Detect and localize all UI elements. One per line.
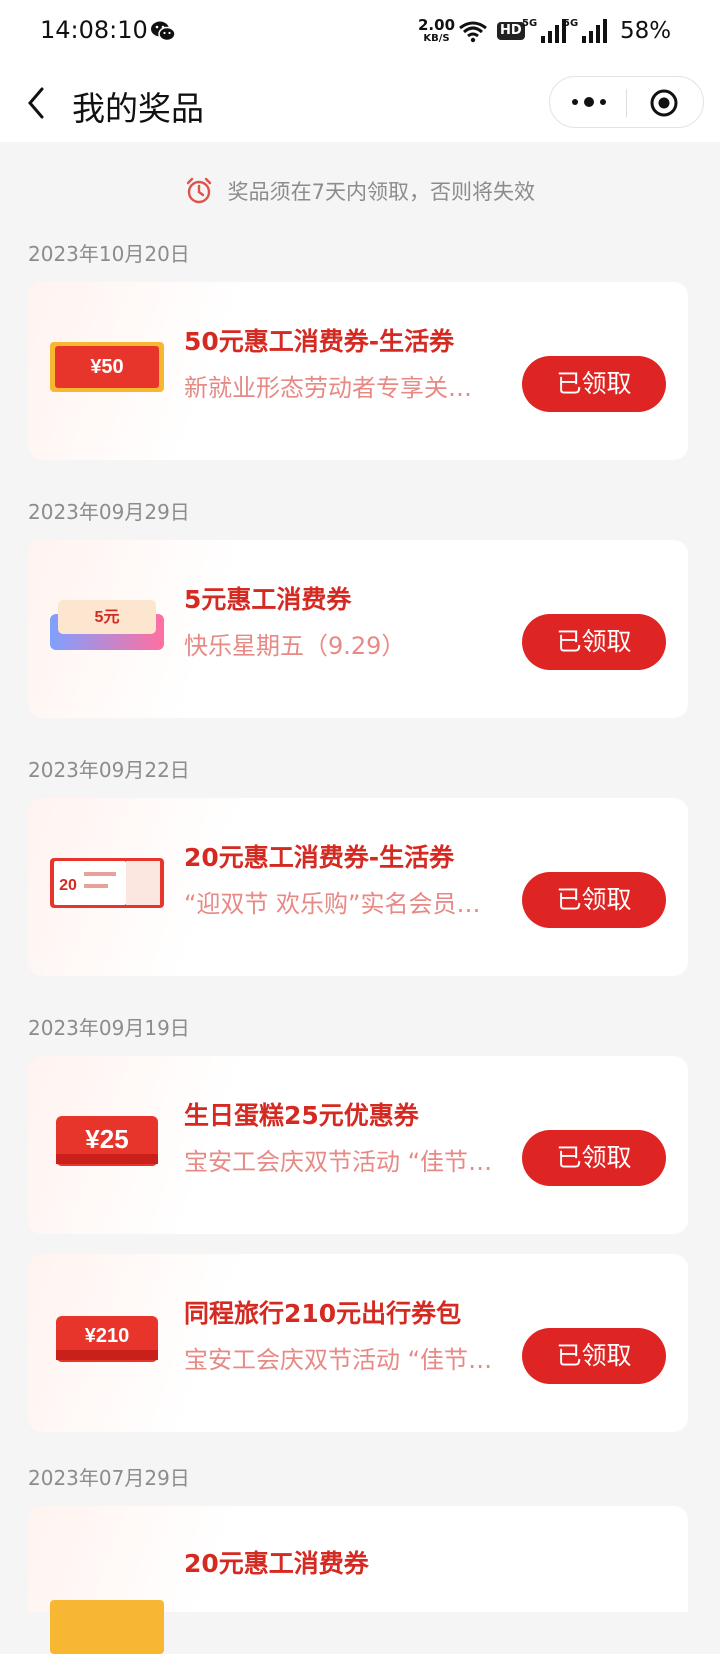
coupon-thumbnail bbox=[50, 1600, 164, 1654]
capsule-divider bbox=[626, 89, 627, 117]
prize-subtitle: 宝安工会庆双节活动 “佳节同庆” bbox=[184, 1148, 494, 1176]
prize-title: 生日蛋糕25元优惠券 bbox=[184, 1101, 419, 1130]
network-speed-value: 2.00 bbox=[418, 16, 456, 34]
prize-card[interactable]: ¥50 50元惠工消费券-生活券 新就业形态劳动者专享关爱活动 已领取 bbox=[28, 282, 688, 460]
prize-subtitle: 宝安工会庆双节活动 “佳节同庆” bbox=[184, 1346, 494, 1374]
coupon-thumbnail: ¥50 bbox=[50, 342, 164, 392]
prize-title: 50元惠工消费券-生活券 bbox=[184, 327, 455, 356]
wechat-icon bbox=[151, 21, 176, 42]
prize-card[interactable]: 5元 5元惠工消费券 快乐星期五（9.29） 已领取 bbox=[28, 540, 688, 718]
prize-subtitle: 新就业形态劳动者专享关爱活动 bbox=[184, 374, 494, 402]
page-title: 我的奖品 bbox=[72, 89, 204, 128]
close-mini-program-icon[interactable] bbox=[648, 87, 680, 119]
claimed-button[interactable]: 已领取 bbox=[522, 1130, 666, 1186]
battery-level: 58% bbox=[620, 18, 672, 44]
prize-card[interactable]: 20元惠工消费券 bbox=[28, 1506, 688, 1654]
wifi-icon bbox=[459, 21, 487, 43]
status-bar: 14:08:10 2.00 KB/S HD 5G 5G 58% bbox=[0, 0, 720, 64]
claimed-button[interactable]: 已领取 bbox=[522, 1328, 666, 1384]
prize-title: 20元惠工消费券-生活券 bbox=[184, 843, 455, 872]
prize-card[interactable]: ¥210 同程旅行210元出行券包 宝安工会庆双节活动 “佳节同庆” 已领取 bbox=[28, 1254, 688, 1432]
prize-title: 20元惠工消费券 bbox=[184, 1549, 369, 1578]
hd-voice-badge: HD bbox=[497, 22, 525, 40]
5g-label: 5G bbox=[522, 18, 538, 29]
prize-title: 5元惠工消费券 bbox=[184, 585, 352, 614]
claimed-button[interactable]: 已领取 bbox=[522, 356, 666, 412]
coupon-thumbnail-text: ¥25 bbox=[85, 1124, 128, 1154]
coupon-thumbnail: ¥210 bbox=[56, 1316, 158, 1362]
5g-label: 5G bbox=[563, 18, 579, 29]
coupon-thumbnail: 20 bbox=[50, 858, 164, 908]
signal-icon bbox=[582, 19, 607, 43]
coupon-thumbnail-text: ¥50 bbox=[90, 356, 123, 378]
back-arrow-icon[interactable] bbox=[22, 84, 52, 122]
expiry-notice-text: 奖品须在7天内领取，否则将失效 bbox=[227, 180, 536, 204]
coupon-thumbnail: ¥25 bbox=[56, 1116, 158, 1166]
coupon-thumbnail-text: 20 bbox=[59, 877, 77, 894]
date-heading: 2023年09月29日 bbox=[28, 500, 190, 524]
date-heading: 2023年09月22日 bbox=[28, 758, 190, 782]
date-heading: 2023年10月20日 bbox=[28, 242, 190, 266]
more-icon[interactable] bbox=[564, 87, 614, 117]
claimed-button[interactable]: 已领取 bbox=[522, 872, 666, 928]
prize-subtitle: “迎双节 欢乐购”实名会员专享活动 bbox=[184, 890, 494, 918]
prize-card[interactable]: 20 20元惠工消费券-生活券 “迎双节 欢乐购”实名会员专享活动 已领取 bbox=[28, 798, 688, 976]
claimed-button[interactable]: 已领取 bbox=[522, 614, 666, 670]
prize-card[interactable]: ¥25 生日蛋糕25元优惠券 宝安工会庆双节活动 “佳节同庆” 已领取 bbox=[28, 1056, 688, 1234]
prize-subtitle: 快乐星期五（9.29） bbox=[184, 632, 406, 660]
mini-program-capsule bbox=[549, 76, 704, 128]
prize-title: 同程旅行210元出行券包 bbox=[184, 1299, 462, 1328]
alarm-clock-icon bbox=[186, 177, 212, 204]
date-heading: 2023年09月19日 bbox=[28, 1016, 190, 1040]
expiry-notice: 奖品须在7天内领取，否则将失效 bbox=[0, 176, 720, 206]
coupon-thumbnail-text: ¥210 bbox=[85, 1325, 130, 1347]
coupon-thumbnail: 5元 bbox=[50, 600, 164, 650]
network-speed-unit: KB/S bbox=[423, 33, 450, 44]
date-heading: 2023年07月29日 bbox=[28, 1466, 190, 1490]
status-time: 14:08:10 bbox=[40, 16, 148, 44]
nav-bar: 我的奖品 bbox=[0, 64, 720, 142]
network-speed: 2.00 KB/S bbox=[418, 16, 456, 45]
coupon-thumbnail-text: 5元 bbox=[95, 609, 120, 626]
